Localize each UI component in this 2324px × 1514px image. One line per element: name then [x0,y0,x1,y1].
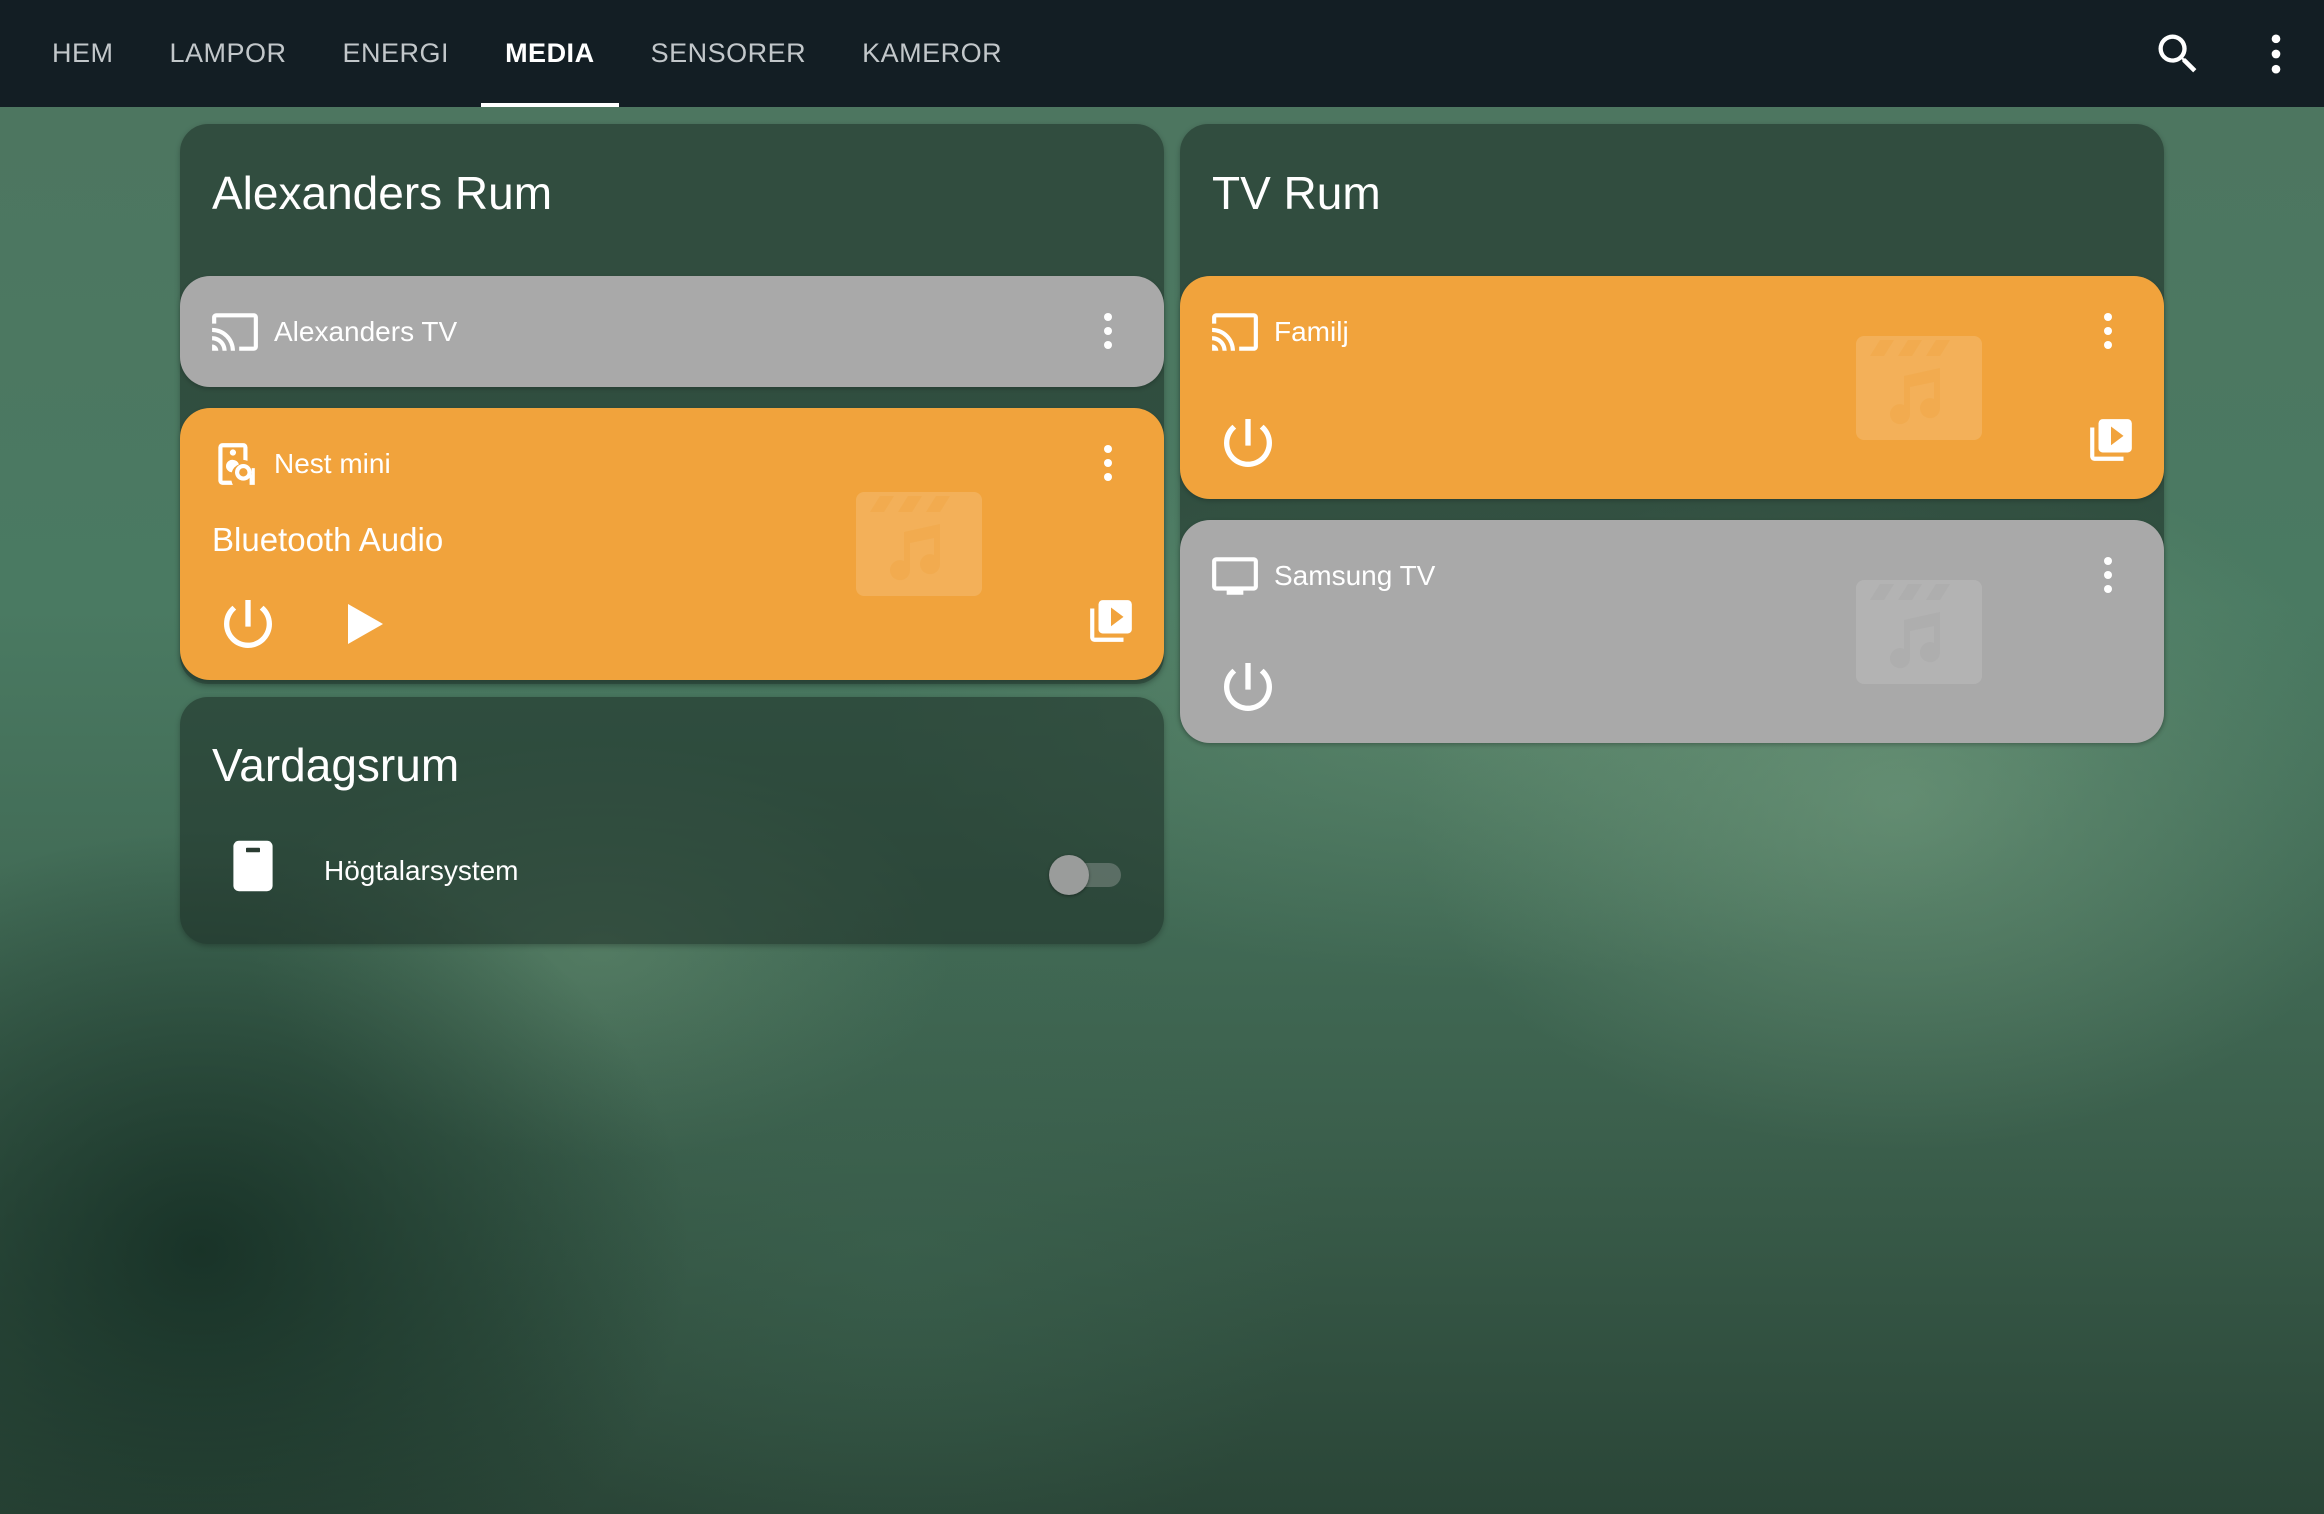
more-vertical-icon[interactable] [2084,307,2132,355]
cast-icon [210,307,260,357]
more-vertical-icon[interactable] [1084,307,1132,355]
tab-label: LAMPOR [169,38,287,68]
media-player-alexanders-tv[interactable]: Alexanders TV [180,276,1164,387]
media-player-familj[interactable]: Familj [1180,276,2164,499]
tab-label: SENSORER [650,38,807,68]
media-player-samsung-tv[interactable]: Samsung TV [1180,520,2164,743]
browse-media-button[interactable] [2086,415,2136,465]
tab-kameror[interactable]: KAMEROR [838,0,1026,107]
section-title: Vardagsrum [212,739,460,791]
speaker-icon [210,439,260,489]
media-player-nest-mini[interactable]: Nest mini Bluetooth Audio [180,408,1164,680]
player-name: Familj [1274,316,1349,347]
play-button[interactable] [333,594,393,654]
view-tabs: HEM LAMPOR ENERGI MEDIA SENSORER KAMEROR [28,0,1026,107]
section-title: Alexanders Rum [212,167,553,219]
section-title: TV Rum [1212,167,1381,219]
browse-media-button[interactable] [1086,596,1136,646]
more-vertical-icon[interactable] [1084,439,1132,487]
cast-icon [1210,307,1260,357]
tab-label: KAMEROR [862,38,1003,68]
power-button[interactable] [1216,411,1280,475]
power-button[interactable] [1216,655,1280,719]
more-vertical-icon[interactable] [2084,551,2132,599]
media-placeholder-art-icon [1856,336,1982,440]
tv-icon [1210,551,1260,601]
section-vardagsrum: Vardagsrum [180,697,1164,944]
tab-label: HEM [52,38,114,68]
tab-sensorer[interactable]: SENSORER [627,0,831,107]
top-app-bar: HEM LAMPOR ENERGI MEDIA SENSORER KAMEROR [0,0,2324,107]
media-placeholder-art-icon [856,492,982,596]
search-icon[interactable] [2152,28,2204,80]
tab-hem[interactable]: HEM [28,0,138,107]
tab-media[interactable]: MEDIA [481,0,619,107]
more-vertical-icon[interactable] [2250,28,2302,80]
tab-label: ENERGI [342,38,450,68]
player-name: Nest mini [274,448,391,479]
hogtalarsystem-toggle[interactable] [1049,853,1124,895]
speaker-device-icon [230,838,276,894]
entity-name: Högtalarsystem [324,855,519,886]
tab-energi[interactable]: ENERGI [319,0,474,107]
tab-label: MEDIA [505,38,595,68]
player-name: Alexanders TV [274,316,458,347]
media-placeholder-art-icon [1856,580,1982,684]
media-title: Bluetooth Audio [212,521,444,558]
tab-lampor[interactable]: LAMPOR [146,0,311,107]
power-button[interactable] [216,592,280,656]
toggle-knob [1049,855,1089,895]
player-name: Samsung TV [1274,560,1436,591]
